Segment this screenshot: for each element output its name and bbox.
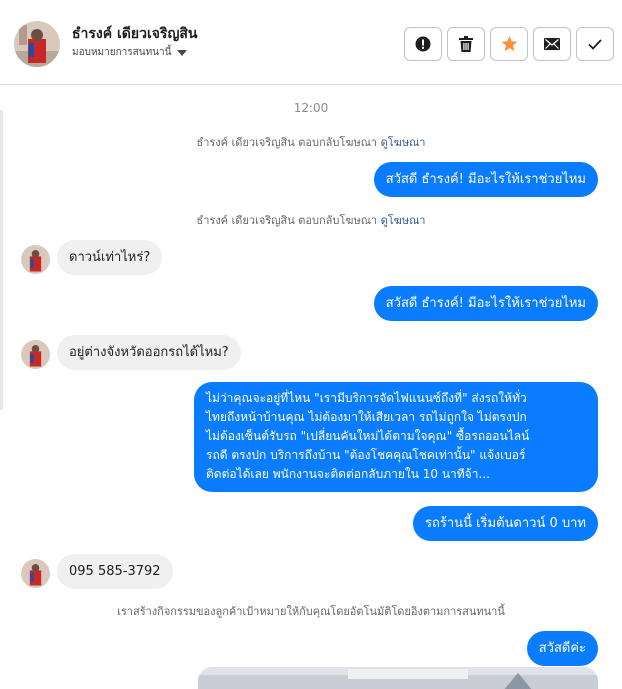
- system-message: ธำรงค์ เดียวเจริญสิน ตอบกลับโฆษณา ดูโฆษณ…: [0, 211, 622, 229]
- report-button[interactable]: [404, 27, 442, 61]
- assign-conversation-dropdown[interactable]: มอบหมายการสนทนานี้: [72, 45, 188, 60]
- system-message-text: ธำรงค์ เดียวเจริญสิน ตอบกลับโฆษณา: [196, 136, 378, 149]
- outgoing-message: สวัสดี ธำรงค์! มีอะไรให้เราช่วยไหม: [373, 286, 598, 321]
- star-button[interactable]: [490, 27, 528, 61]
- sender-avatar: [21, 340, 50, 369]
- scrollbar[interactable]: [0, 110, 3, 410]
- alert-icon: [415, 36, 431, 52]
- system-message: เราสร้างกิจกรรมของลูกค้าเป้าหมายให้กับคุ…: [117, 605, 505, 618]
- check-icon: [588, 38, 602, 50]
- envelope-icon: [544, 38, 560, 50]
- incoming-message: อยู่ต่างจังหวัดออกรถได้ไหม?: [57, 335, 241, 370]
- contact-avatar[interactable]: [14, 21, 60, 67]
- assign-label: มอบหมายการสนทนานี้: [72, 47, 172, 58]
- contact-name: ธำรงค์ เดียวเจริญสิน: [72, 26, 198, 42]
- sender-avatar: [21, 245, 50, 274]
- incoming-message: ดาวน์เท่าไหร่?: [57, 240, 163, 275]
- view-ad-link[interactable]: ดูโฆษณา: [381, 214, 426, 227]
- star-icon: [501, 36, 517, 52]
- sender-avatar: [21, 559, 50, 588]
- outgoing-message: สวัสดี ธำรงค์! มีอะไรให้เราช่วยไหม: [373, 162, 598, 197]
- caret-down-icon: [177, 49, 188, 56]
- timestamp: 12:00: [293, 101, 329, 115]
- mark-done-button[interactable]: [576, 27, 614, 61]
- outgoing-message: รถร้านนี้ เริ่มต้นดาวน์ 0 บาท: [413, 506, 598, 541]
- message-line: ไม่ว่าคุณจะอยู่ที่ไหน "เรามีบริการจัดไฟแ…: [206, 391, 527, 405]
- view-ad-link[interactable]: ดูโฆษณา: [381, 136, 426, 149]
- message-line: ไม่ต้องเซ็นต์รับรถ "เปลี่ยนคันใหม่ได้ตาม…: [206, 429, 530, 443]
- trash-icon: [459, 36, 473, 52]
- message-line: รถดี ตรงปก บริการถึงบ้าน "ต้องโชคคุณโชคเ…: [206, 448, 526, 462]
- conversation-header: ธำรงค์ เดียวเจริญสิน มอบหมายการสนทนานี้: [0, 0, 622, 85]
- system-message-text: ธำรงค์ เดียวเจริญสิน ตอบกลับโฆษณา: [196, 214, 378, 227]
- mark-unread-button[interactable]: [533, 27, 571, 61]
- message-line: ติดต่อได้เลย พนักงานจะติดต่อกลับภายใน 10…: [206, 467, 490, 481]
- system-message: ธำรงค์ เดียวเจริญสิน ตอบกลับโฆษณา ดูโฆษณ…: [0, 133, 622, 151]
- incoming-message: 095 585-3792: [57, 554, 173, 589]
- delete-button[interactable]: [447, 27, 485, 61]
- outgoing-message: สวัสดีค่ะ: [526, 631, 598, 666]
- image-attachment[interactable]: [198, 667, 598, 689]
- outgoing-message-long: ไม่ว่าคุณจะอยู่ที่ไหน "เรามีบริการจัดไฟแ…: [194, 382, 598, 492]
- message-line: ไทยถึงหน้าบ้านคุณ ไม่ต้องมาให้เสียเวลา ร…: [206, 410, 527, 424]
